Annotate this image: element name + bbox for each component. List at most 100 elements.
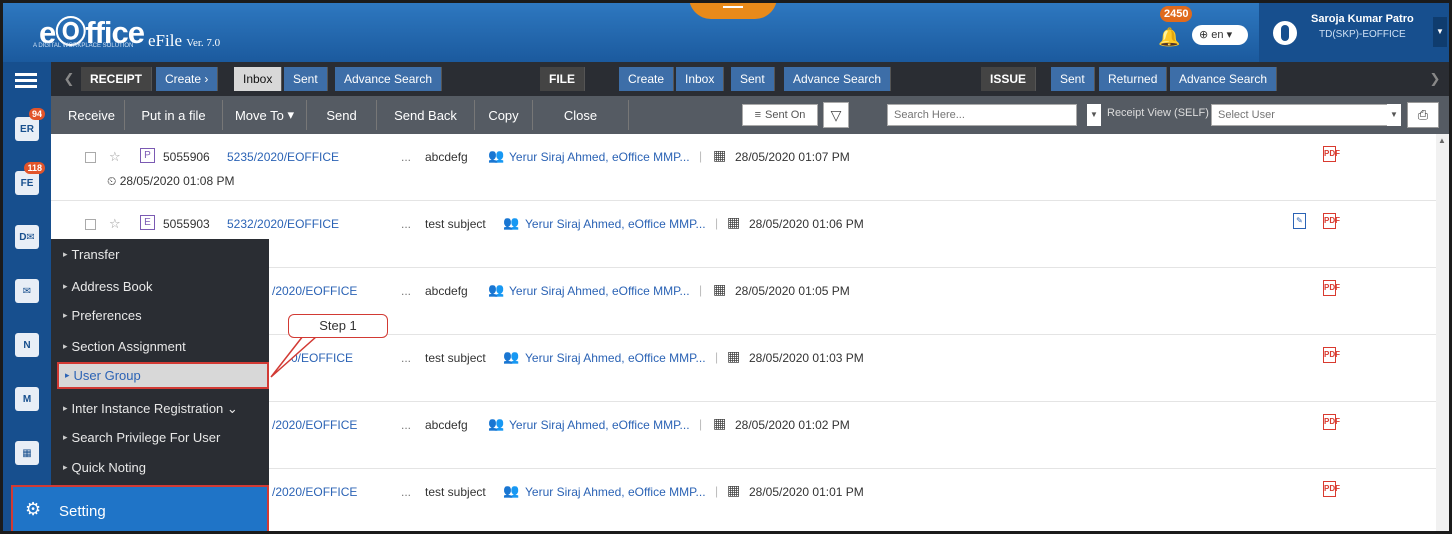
- more-dots[interactable]: ...: [401, 217, 411, 231]
- list-scrollbar[interactable]: [1436, 134, 1449, 531]
- language-value: en: [1211, 29, 1224, 41]
- sender-link[interactable]: Yerur Siraj Ahmed, eOffice MMP...: [509, 284, 690, 298]
- menu-receipt-inbox[interactable]: Inbox: [234, 67, 283, 91]
- menu-file-sent[interactable]: Sent: [731, 67, 775, 91]
- more-dots[interactable]: ...: [401, 418, 411, 432]
- copy-button[interactable]: Copy: [475, 100, 533, 130]
- menu-item-transfer[interactable]: Transfer: [57, 241, 269, 268]
- menu-receipt-advance-search[interactable]: Advance Search: [335, 67, 443, 91]
- logo-tagline: A DIGITAL WORKPLACE SOLUTION: [33, 43, 134, 49]
- file-number-link[interactable]: /2020/EOFFICE: [272, 485, 357, 499]
- filter-icon[interactable]: ▽: [823, 102, 849, 128]
- scroll-left-icon[interactable]: ❮: [63, 67, 75, 91]
- send-back-button[interactable]: Send Back: [377, 100, 475, 130]
- menu-file-inbox[interactable]: Inbox: [676, 67, 725, 91]
- efile-icon: FE: [15, 171, 39, 195]
- hamburger-icon[interactable]: [15, 70, 37, 91]
- move-to-label: Move To: [234, 107, 284, 123]
- print-icon[interactable]: ⎙: [1407, 102, 1439, 128]
- sidebar-item-dispatch[interactable]: D✉: [9, 220, 45, 254]
- chevron-down-icon[interactable]: ▼: [1433, 17, 1447, 47]
- put-in-file-button[interactable]: Put in a file: [125, 100, 223, 130]
- receive-button[interactable]: Receive: [59, 100, 125, 130]
- sidebar-item-manual[interactable]: M: [9, 382, 45, 416]
- ereceipt-icon: ER: [15, 117, 39, 141]
- language-selector[interactable]: ⊕ en ▾: [1192, 25, 1248, 45]
- star-icon[interactable]: ☆: [109, 149, 121, 165]
- row-checkbox[interactable]: [85, 152, 96, 163]
- file-number-link[interactable]: 0/EOFFICE: [291, 351, 353, 365]
- settings-gear-icon: ⚙: [25, 499, 42, 519]
- sent-on-label: Sent On: [765, 109, 806, 121]
- notification-count: 2450: [1160, 6, 1193, 22]
- separator: |: [715, 350, 719, 364]
- setting-button[interactable]: ⚙ Setting: [11, 485, 269, 531]
- menu-issue-sent[interactable]: Sent: [1051, 67, 1095, 91]
- pdf-icon[interactable]: PDF: [1323, 146, 1340, 162]
- file-number-link[interactable]: /2020/EOFFICE: [272, 418, 357, 432]
- move-to-button[interactable]: Move To ▾: [223, 100, 307, 130]
- sidebar-item-dashboard[interactable]: ▦: [9, 436, 45, 470]
- menu-item-address-book[interactable]: Address Book: [57, 273, 269, 300]
- sender-link[interactable]: Yerur Siraj Ahmed, eOffice MMP...: [509, 418, 690, 432]
- select-user-dropdown-icon[interactable]: ▼: [1387, 104, 1401, 126]
- star-icon[interactable]: ☆: [109, 216, 121, 232]
- menu-file-create[interactable]: Create: [619, 67, 675, 91]
- menu-item-search-privilege[interactable]: Search Privilege For User: [57, 424, 269, 451]
- list-item[interactable]: ☆ P 5055906 5235/2020/EOFFICE ... abcdef…: [51, 134, 1436, 201]
- sender-link[interactable]: Yerur Siraj Ahmed, eOffice MMP...: [525, 485, 706, 499]
- user-icon: 👥: [488, 148, 505, 163]
- receipt-number: 5055906: [163, 150, 210, 164]
- pdf-icon[interactable]: PDF: [1323, 481, 1340, 497]
- sender-link[interactable]: Yerur Siraj Ahmed, eOffice MMP...: [509, 150, 690, 164]
- sent-on-sort[interactable]: ≡ Sent On: [742, 104, 818, 126]
- dispatch-icon: D✉: [15, 225, 39, 249]
- menu-receipt-create[interactable]: Create ›: [156, 67, 219, 91]
- menu-file: FILE: [540, 67, 585, 91]
- noting-icon: N: [15, 333, 39, 357]
- user-profile[interactable]: Saroja Kumar Patro TD(SKP)-EOFFICE ▼: [1259, 3, 1449, 62]
- sidebar-item-inbox[interactable]: ✉: [9, 274, 45, 308]
- row-checkbox[interactable]: [85, 219, 96, 230]
- sidebar-item-ereceipt[interactable]: ER 94: [9, 108, 45, 146]
- sender-link[interactable]: Yerur Siraj Ahmed, eOffice MMP...: [525, 351, 706, 365]
- action-toolbar: Receive Put in a file Move To ▾ Send Sen…: [51, 96, 1449, 134]
- file-number-link[interactable]: 5235/2020/EOFFICE: [227, 150, 339, 164]
- file-number-link[interactable]: 5232/2020/EOFFICE: [227, 217, 339, 231]
- user-name: Saroja Kumar Patro: [1311, 13, 1414, 25]
- menu-file-advance-search[interactable]: Advance Search: [784, 67, 892, 91]
- separator: |: [699, 417, 703, 431]
- note-icon[interactable]: ✎: [1293, 213, 1306, 229]
- menu-receipt-sent[interactable]: Sent: [284, 67, 328, 91]
- menu-item-inter-instance-registration[interactable]: Inter Instance Registration ⌄: [57, 395, 269, 422]
- bell-icon[interactable]: 🔔: [1158, 27, 1180, 48]
- send-button[interactable]: Send: [307, 100, 377, 130]
- clock-icon: ⏲: [107, 174, 117, 188]
- search-input[interactable]: [887, 104, 1077, 126]
- menu-item-user-group[interactable]: User Group: [57, 362, 269, 389]
- more-dots[interactable]: ...: [401, 150, 411, 164]
- pdf-icon[interactable]: PDF: [1323, 414, 1340, 430]
- more-dots[interactable]: ...: [401, 284, 411, 298]
- menu-issue-returned[interactable]: Returned: [1099, 67, 1168, 91]
- pdf-icon[interactable]: PDF: [1323, 347, 1340, 363]
- user-icon: 👥: [503, 483, 520, 498]
- envelope-icon: ✉: [15, 279, 39, 303]
- pdf-icon[interactable]: PDF: [1323, 280, 1340, 296]
- menu-item-section-assignment[interactable]: Section Assignment: [57, 333, 269, 360]
- collapse-header-tab[interactable]: [689, 3, 777, 19]
- menu-item-preferences[interactable]: Preferences: [57, 302, 269, 329]
- close-button[interactable]: Close: [533, 100, 629, 130]
- more-dots[interactable]: ...: [401, 485, 411, 499]
- sidebar-item-noting[interactable]: N: [9, 328, 45, 362]
- select-user-input[interactable]: [1211, 104, 1399, 126]
- sidebar-item-efile[interactable]: FE 118: [9, 162, 45, 200]
- scroll-right-icon[interactable]: ❯: [1429, 67, 1441, 91]
- pdf-icon[interactable]: PDF: [1323, 213, 1340, 229]
- menu-item-quick-noting[interactable]: Quick Noting: [57, 454, 269, 481]
- menu-issue-advance-search[interactable]: Advance Search: [1170, 67, 1278, 91]
- search-dropdown-icon[interactable]: ▼: [1087, 104, 1101, 126]
- sender-link[interactable]: Yerur Siraj Ahmed, eOffice MMP...: [525, 217, 706, 231]
- file-number-link[interactable]: /2020/EOFFICE: [272, 284, 357, 298]
- more-dots[interactable]: ...: [401, 351, 411, 365]
